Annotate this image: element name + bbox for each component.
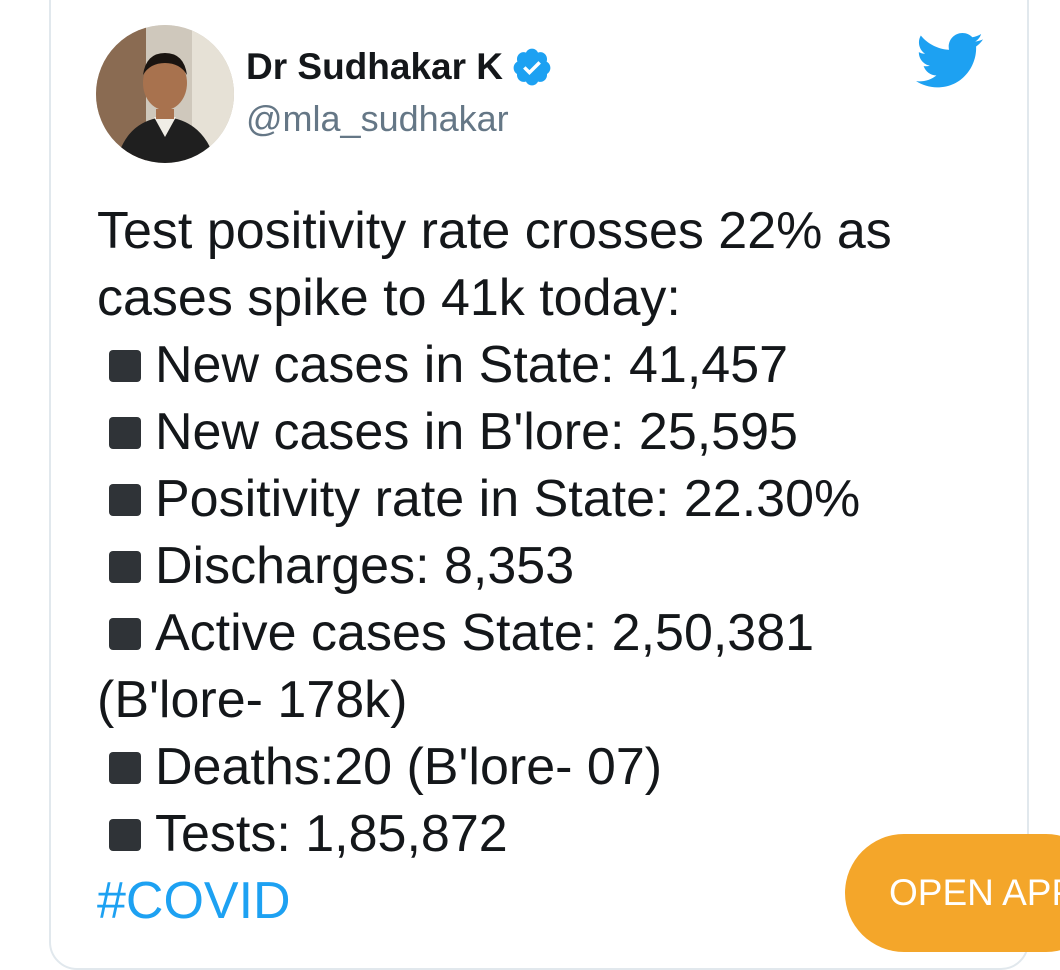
black-square-icon	[109, 751, 141, 784]
tweet-intro-line-1: Test positivity rate crosses 22% as	[97, 202, 892, 260]
black-square-icon	[109, 550, 141, 583]
author-name-row: Dr Sudhakar K	[246, 44, 553, 90]
avatar[interactable]	[96, 25, 234, 163]
stat-line: Discharges: 8,353	[97, 533, 987, 600]
stat-active-continuation: (B'lore- 178k)	[97, 671, 408, 729]
verified-badge-icon	[513, 48, 551, 86]
hashtag-link[interactable]: #COVID	[97, 868, 291, 935]
stat-tests: Tests: 1,85,872	[155, 805, 508, 863]
tweet-intro-line-2: cases spike to 41k today:	[97, 269, 681, 327]
stat-line: Tests: 1,85,872	[97, 801, 987, 868]
black-square-icon	[109, 416, 141, 449]
stat-line: Deaths:20 (B'lore- 07)	[97, 734, 987, 801]
stat-active-cases: Active cases State: 2,50,381	[155, 604, 815, 662]
tweet-text: Test positivity rate crosses 22% as case…	[97, 198, 987, 935]
black-square-icon	[109, 349, 141, 382]
stat-new-cases-state: New cases in State: 41,457	[155, 336, 789, 394]
stat-positivity-rate: Positivity rate in State: 22.30%	[155, 470, 861, 528]
black-square-icon	[109, 483, 141, 516]
stat-line: Active cases State: 2,50,381	[97, 600, 987, 667]
stat-line: New cases in B'lore: 25,595	[97, 399, 987, 466]
stat-deaths: Deaths:20 (B'lore- 07)	[155, 738, 663, 796]
stat-new-cases-blore: New cases in B'lore: 25,595	[155, 403, 798, 461]
black-square-icon	[109, 617, 141, 650]
twitter-bird-icon[interactable]	[916, 32, 984, 90]
author-handle[interactable]: @mla_sudhakar	[246, 98, 509, 140]
open-app-button[interactable]: OPEN APP	[845, 834, 1060, 952]
stat-line: Positivity rate in State: 22.30%	[97, 466, 987, 533]
author-name[interactable]: Dr Sudhakar K	[246, 46, 503, 88]
stat-discharges: Discharges: 8,353	[155, 537, 575, 595]
black-square-icon	[109, 818, 141, 851]
stat-line: New cases in State: 41,457	[97, 332, 987, 399]
